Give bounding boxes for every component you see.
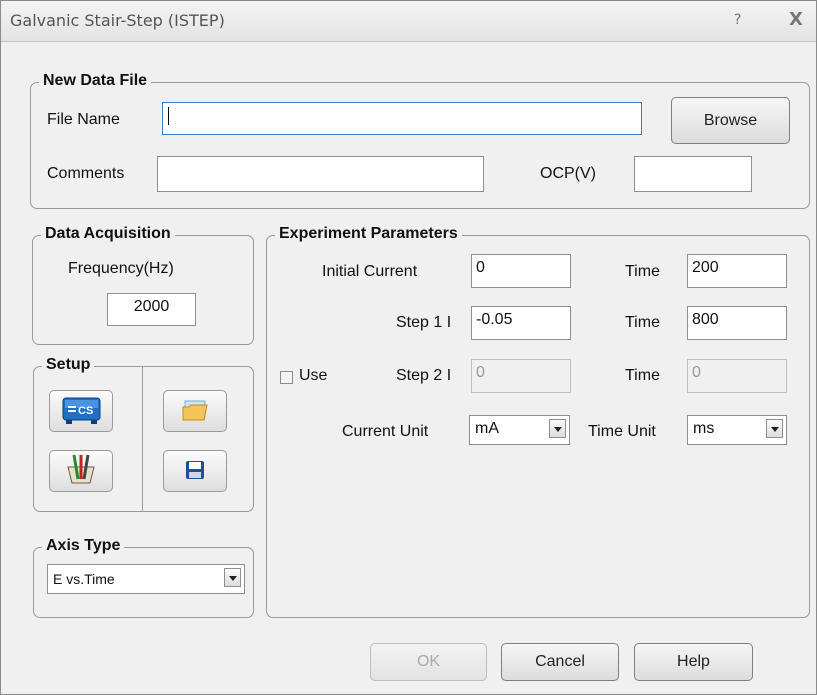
- step-1-label: Step 1 I: [396, 314, 452, 331]
- close-icon[interactable]: X: [789, 9, 803, 30]
- time-1-input[interactable]: 200: [687, 254, 787, 288]
- time-2-value: 800: [692, 311, 719, 328]
- title-bar[interactable]: Galvanic Stair-Step (ISTEP) ? X: [1, 1, 816, 42]
- setup-divider: [142, 366, 143, 512]
- cancel-button[interactable]: Cancel: [501, 643, 619, 681]
- time-2-label: Time: [625, 314, 660, 331]
- cs-instrument-button[interactable]: CS: [49, 390, 113, 432]
- cancel-button-label: Cancel: [535, 653, 585, 670]
- chevron-down-icon[interactable]: [224, 568, 241, 587]
- initial-current-value: 0: [476, 259, 485, 276]
- current-unit-value: mA: [475, 420, 499, 437]
- frequency-value: 2000: [133, 298, 170, 315]
- step-2-value: 0: [476, 364, 485, 381]
- file-name-input[interactable]: [162, 102, 642, 135]
- browse-button-label: Browse: [703, 112, 758, 129]
- time-unit-value: ms: [693, 420, 715, 437]
- data-acquisition-legend: Data Acquisition: [41, 225, 175, 243]
- comments-input[interactable]: [157, 156, 484, 192]
- experiment-parameters-legend: Experiment Parameters: [275, 225, 462, 243]
- step-1-input[interactable]: -0.05: [471, 306, 571, 340]
- step-2-input: 0: [471, 359, 571, 393]
- help-icon[interactable]: ?: [734, 12, 741, 28]
- current-unit-label: Current Unit: [342, 423, 429, 440]
- browse-button[interactable]: Browse: [671, 97, 790, 144]
- ocp-label: OCP(V): [540, 165, 596, 182]
- chevron-down-icon[interactable]: [549, 419, 566, 438]
- axis-type-value: E vs.Time: [53, 571, 115, 587]
- frequency-input[interactable]: 2000: [107, 293, 196, 326]
- use-step-2-checkbox[interactable]: [280, 371, 293, 384]
- window-title: Galvanic Stair-Step (ISTEP): [10, 11, 225, 30]
- initial-current-label: Initial Current: [322, 263, 418, 280]
- open-folder-icon: [182, 400, 208, 421]
- step-2-label: Step 2 I: [396, 367, 452, 384]
- comments-label: Comments: [47, 165, 125, 182]
- data-acquisition-group: Data Acquisition: [32, 225, 254, 345]
- new-data-file-legend: New Data File: [39, 72, 152, 90]
- electrode-cell-button[interactable]: [49, 450, 113, 492]
- chevron-down-icon[interactable]: [766, 419, 783, 438]
- cs-instrument-icon: CS: [62, 397, 101, 424]
- open-file-button[interactable]: [163, 390, 227, 432]
- help-button-label: Help: [677, 653, 710, 670]
- time-unit-label: Time Unit: [588, 423, 656, 440]
- axis-type-select[interactable]: E vs.Time: [47, 564, 245, 594]
- time-3-value: 0: [692, 364, 701, 381]
- save-button[interactable]: [163, 450, 227, 492]
- cs-icon-text: CS: [78, 405, 93, 417]
- electrode-cell-icon: [67, 454, 95, 484]
- time-1-value: 200: [692, 259, 719, 276]
- time-2-input[interactable]: 800: [687, 306, 787, 340]
- time-1-label: Time: [625, 263, 660, 280]
- ok-button[interactable]: OK: [370, 643, 487, 681]
- use-label[interactable]: Use: [299, 367, 327, 385]
- frequency-label: Frequency(Hz): [68, 260, 174, 277]
- initial-current-input[interactable]: 0: [471, 254, 571, 288]
- time-3-label: Time: [625, 367, 660, 384]
- save-disk-icon: [186, 461, 204, 479]
- setup-legend: Setup: [42, 356, 95, 374]
- current-unit-select[interactable]: mA: [469, 415, 570, 445]
- time-3-input: 0: [687, 359, 787, 393]
- dialog-window: Galvanic Stair-Step (ISTEP) ? X New Data…: [0, 0, 817, 695]
- ok-button-label: OK: [416, 653, 441, 670]
- step-1-value: -0.05: [476, 311, 513, 328]
- file-name-label: File Name: [47, 111, 120, 128]
- ocp-input[interactable]: [634, 156, 752, 192]
- help-button[interactable]: Help: [634, 643, 753, 681]
- text-caret: [168, 106, 169, 125]
- time-unit-select[interactable]: ms: [687, 415, 787, 445]
- axis-type-legend: Axis Type: [42, 537, 125, 555]
